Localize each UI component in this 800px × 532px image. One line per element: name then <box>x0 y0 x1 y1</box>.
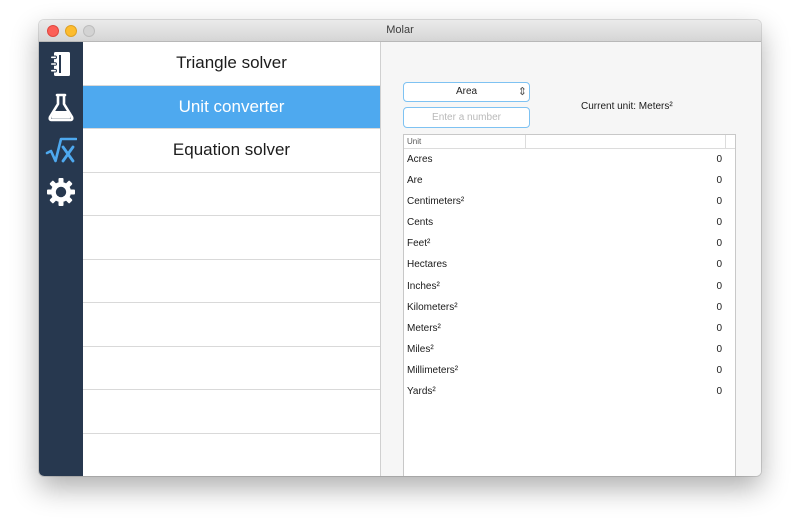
icon-sidebar <box>39 42 83 476</box>
list-item-empty[interactable] <box>83 216 380 260</box>
table-row[interactable]: Meters² 0 <box>404 318 735 339</box>
table-header: Unit <box>404 135 735 149</box>
sqrt-x-icon[interactable] <box>45 134 77 166</box>
table-row[interactable]: Acres 0 <box>404 149 735 170</box>
units-table[interactable]: Unit Acres 0 Are 0 Centimeters² 0 Cents 0 Feet² 0… <box>403 134 736 476</box>
table-row[interactable]: Millimeters² 0 <box>404 360 735 381</box>
unit-converter-panel: Area ⇕ Current unit: Meters² Unit Acres 0… <box>381 42 761 476</box>
table-row[interactable]: Miles² 0 <box>404 339 735 360</box>
unit-value: 0 <box>716 280 722 292</box>
unit-value: 0 <box>716 238 722 250</box>
window-title: Molar <box>386 24 414 36</box>
notebook-icon[interactable] <box>45 48 77 80</box>
unit-name: Are <box>407 175 423 187</box>
table-row[interactable]: Feet² 0 <box>404 233 735 254</box>
unit-name: Hectares <box>407 259 448 271</box>
table-row[interactable]: Inches² 0 <box>404 276 735 297</box>
table-row[interactable]: Hectares 0 <box>404 254 735 275</box>
unit-name: Centimeters² <box>407 196 465 208</box>
unit-value: 0 <box>716 386 722 398</box>
unit-name: Feet² <box>407 238 431 250</box>
number-input[interactable] <box>403 107 530 128</box>
unit-value: 0 <box>716 343 722 355</box>
unit-value: 0 <box>716 301 722 313</box>
list-item-empty[interactable] <box>83 173 380 216</box>
list-item-empty[interactable] <box>83 303 380 347</box>
unit-name: Inches² <box>407 280 440 292</box>
table-row[interactable]: Yards² 0 <box>404 381 735 402</box>
unit-name: Kilometers² <box>407 301 458 313</box>
unit-name: Miles² <box>407 343 434 355</box>
unit-name: Cents <box>407 217 434 229</box>
column-divider <box>725 135 726 148</box>
table-body: Acres 0 Are 0 Centimeters² 0 Cents 0 Feet² 0 Hecta… <box>404 149 735 402</box>
unit-value: 0 <box>716 154 722 165</box>
unit-name: Acres <box>407 154 433 165</box>
table-row[interactable]: Are 0 <box>404 170 735 191</box>
current-unit-label: Current unit: Meters² <box>581 101 673 112</box>
select-arrows-icon: ⇕ <box>517 86 527 98</box>
category-value: Area <box>455 86 478 97</box>
column-divider <box>525 135 526 148</box>
table-row[interactable]: Kilometers² 0 <box>404 297 735 318</box>
unit-name: Yards² <box>407 386 436 398</box>
list-item-empty[interactable] <box>83 260 380 303</box>
unit-value: 0 <box>716 259 722 271</box>
tool-list: Triangle solver Unit converter Equation so… <box>83 42 381 476</box>
list-item-unit-converter[interactable]: Unit converter <box>83 85 380 129</box>
list-item-empty[interactable] <box>83 434 380 477</box>
unit-value: 0 <box>716 217 722 229</box>
column-header-unit[interactable]: Unit <box>407 137 421 146</box>
unit-value: 0 <box>716 364 722 376</box>
unit-value: 0 <box>716 196 722 208</box>
flask-icon[interactable] <box>45 91 77 123</box>
list-item-empty[interactable] <box>83 347 380 390</box>
table-row[interactable]: Centimeters² 0 <box>404 191 735 212</box>
list-item-empty[interactable] <box>83 390 380 434</box>
app-window: Molar Triangle solver Unit converter Equ… <box>39 20 761 476</box>
unit-value: 0 <box>716 175 722 187</box>
gear-icon[interactable] <box>45 176 77 208</box>
table-row[interactable]: Cents 0 <box>404 212 735 233</box>
title-bar[interactable]: Molar <box>39 20 761 42</box>
unit-value: 0 <box>716 322 722 334</box>
unit-name: Millimeters² <box>407 364 459 376</box>
list-item-equation-solver[interactable]: Equation solver <box>83 129 380 173</box>
unit-name: Meters² <box>407 322 441 334</box>
category-select[interactable]: Area ⇕ <box>403 82 530 102</box>
list-item-triangle-solver[interactable]: Triangle solver <box>83 42 380 86</box>
